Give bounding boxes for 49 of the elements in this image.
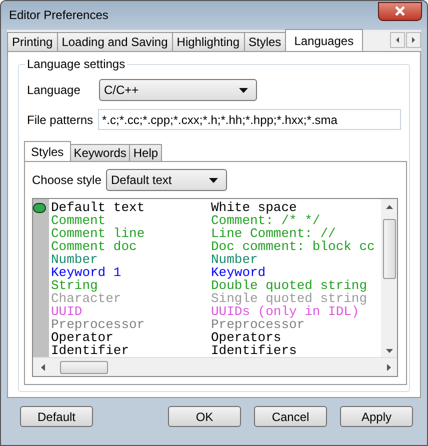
style-description[interactable]: Operators — [211, 331, 282, 344]
tab[interactable]: Highlighting — [172, 32, 244, 51]
tab[interactable]: Keywords — [70, 144, 130, 161]
selection-marker-icon — [33, 202, 46, 212]
dropdown-arrow-icon — [239, 88, 248, 92]
scroll-right-button[interactable] — [406, 32, 421, 48]
left-arrow-icon — [41, 364, 45, 371]
horizontal-scrollbar[interactable] — [33, 357, 397, 376]
style-name[interactable]: Preprocessor — [51, 318, 211, 331]
group-title: Language settings — [25, 57, 128, 71]
dialog-button[interactable]: Apply — [340, 406, 413, 427]
scroll-thumb[interactable] — [382, 219, 396, 279]
style-dropdown[interactable]: Default text — [106, 169, 227, 191]
language-label: Language — [27, 83, 82, 97]
scroll-left-button[interactable] — [390, 32, 405, 48]
down-arrow-icon — [386, 349, 392, 354]
right-arrow-icon — [411, 37, 416, 43]
tab[interactable]: Styles — [24, 141, 71, 161]
style-description[interactable]: White space — [211, 201, 297, 214]
tab[interactable]: Help — [129, 144, 162, 161]
style-name[interactable]: Keyword 1 — [51, 266, 211, 279]
dialog-button[interactable]: Cancel — [254, 406, 327, 427]
file-patterns-label: File patterns — [27, 112, 94, 126]
left-arrow-icon — [395, 37, 400, 43]
style-description[interactable]: Keyword — [211, 266, 266, 279]
style-name[interactable]: Operator — [51, 331, 211, 344]
file-patterns-field[interactable]: *.c;*.cc;*.cpp;*.cxx;*.h;*.hh;*.hpp;*.hxx;*.sma — [98, 109, 401, 130]
style-name[interactable]: Default text — [51, 201, 211, 214]
tab[interactable]: Styles — [244, 32, 286, 51]
up-arrow-icon — [386, 205, 392, 209]
choose-style-label: Choose style — [32, 173, 102, 187]
right-arrow-icon — [387, 364, 391, 371]
style-description[interactable]: Identifiers — [211, 344, 297, 357]
window-title: Editor Preferences — [9, 8, 110, 22]
dialog-button[interactable]: Default — [20, 406, 93, 427]
style-description[interactable]: Preprocessor — [211, 318, 305, 331]
scroll-thumb[interactable] — [60, 360, 108, 374]
dropdown-arrow-icon — [209, 178, 218, 182]
vertical-scrollbar[interactable] — [381, 199, 397, 358]
close-icon — [393, 5, 407, 17]
style-name[interactable]: Number — [51, 253, 211, 266]
close-button[interactable] — [378, 2, 422, 20]
language-dropdown[interactable]: C/C++ — [99, 79, 257, 101]
style-name[interactable]: Identifier — [51, 344, 211, 357]
dialog-button[interactable]: OK — [168, 406, 241, 427]
style-description[interactable]: Number — [211, 253, 258, 266]
tab[interactable]: Printing — [7, 32, 58, 51]
tab[interactable]: Languages — [285, 29, 363, 51]
tab[interactable]: Loading and Saving — [56, 32, 173, 51]
